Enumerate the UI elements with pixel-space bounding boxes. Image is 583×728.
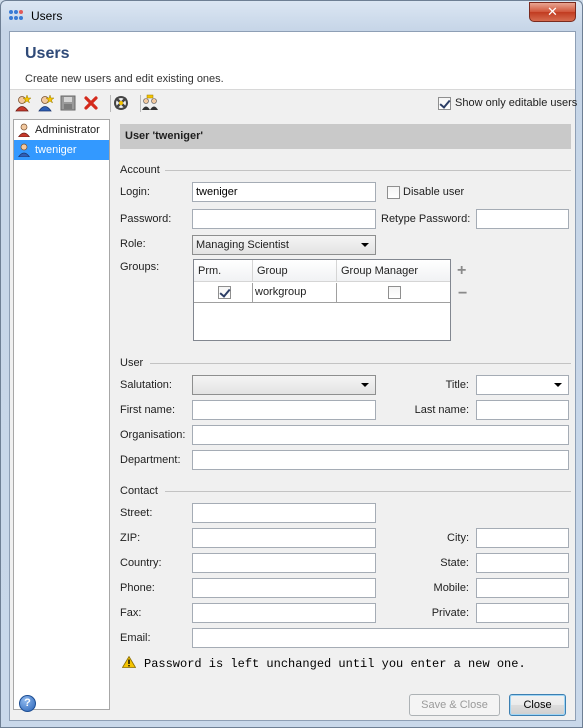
column-header-primary[interactable]: Prm. [194, 260, 253, 282]
delete-wizard-icon[interactable] [112, 94, 130, 112]
role-label: Role: [120, 238, 146, 250]
groups-label: Groups: [120, 261, 160, 273]
email-field[interactable] [192, 628, 569, 648]
user-detail-header: User 'tweniger' [120, 124, 571, 149]
section-divider [165, 491, 571, 492]
last-name-field[interactable] [476, 400, 569, 420]
organisation-field[interactable] [192, 425, 569, 445]
section-divider [165, 170, 571, 171]
phone-field[interactable] [192, 578, 376, 598]
groups-table[interactable]: Prm. Group Group Manager workgroup [193, 259, 451, 341]
last-name-label: Last name: [414, 404, 469, 416]
group-manage-icon[interactable] [141, 94, 159, 112]
remove-group-button[interactable]: − [458, 285, 467, 303]
window-title: Users [31, 9, 63, 23]
chevron-down-icon [361, 243, 369, 247]
groups-table-header: Prm. Group Group Manager [194, 260, 450, 282]
primary-cell[interactable] [194, 283, 253, 303]
disable-user-checkbox[interactable] [387, 186, 400, 199]
table-row[interactable]: workgroup [194, 283, 450, 303]
mobile-label: Mobile: [433, 582, 469, 594]
title-select[interactable] [476, 375, 569, 395]
add-group-button[interactable]: + [457, 262, 466, 280]
login-field[interactable]: tweniger [192, 182, 376, 202]
phone-label: Phone: [120, 582, 155, 594]
role-value: Managing Scientist [196, 239, 289, 251]
save-close-button[interactable]: Save & Close [409, 694, 500, 716]
list-item-tweniger[interactable]: tweniger [14, 140, 109, 160]
user-name: tweniger [35, 144, 77, 156]
country-label: Country: [120, 557, 162, 569]
city-field[interactable] [476, 528, 569, 548]
fax-field[interactable] [192, 603, 376, 623]
role-select[interactable]: Managing Scientist [192, 235, 376, 255]
delete-icon[interactable] [82, 94, 100, 112]
street-field[interactable] [192, 503, 376, 523]
fax-label: Fax: [120, 607, 142, 619]
section-account: Account [120, 164, 160, 176]
add-user-icon[interactable] [14, 94, 32, 112]
salutation-label: Salutation: [120, 379, 172, 391]
user-icon [18, 123, 30, 137]
manager-cell[interactable] [337, 283, 450, 303]
state-field[interactable] [476, 553, 569, 573]
page-title: Users [25, 45, 70, 62]
chevron-down-icon [554, 383, 562, 387]
password-warning-text: Password is left unchanged until you ent… [144, 657, 526, 671]
users-window: Users ✕ Users Create new users and edit … [0, 0, 583, 728]
window-close-button[interactable]: ✕ [529, 2, 576, 22]
state-label: State: [440, 557, 469, 569]
password-label: Password: [120, 213, 172, 225]
close-button[interactable]: Close [509, 694, 566, 716]
login-label: Login: [120, 186, 150, 198]
password-field[interactable] [192, 209, 376, 229]
email-label: Email: [120, 632, 151, 644]
toolbar: Show only editable users [10, 92, 577, 116]
street-label: Street: [120, 507, 153, 519]
salutation-select[interactable] [192, 375, 376, 395]
zip-label: ZIP: [120, 532, 141, 544]
user-icon [18, 143, 30, 157]
retype-password-field[interactable] [476, 209, 569, 229]
show-editable-label[interactable]: Show only editable users [455, 97, 577, 109]
department-field[interactable] [192, 450, 569, 470]
department-label: Department: [120, 454, 181, 466]
first-name-field[interactable] [192, 400, 376, 420]
copy-user-icon[interactable] [37, 94, 55, 112]
section-contact: Contact [120, 485, 158, 497]
dialog-header: Users Create new users and edit existing… [10, 32, 575, 90]
disable-user-label[interactable]: Disable user [403, 186, 464, 198]
title-bar[interactable]: Users ✕ [1, 1, 582, 31]
private-field[interactable] [476, 603, 569, 623]
app-icon [9, 9, 25, 23]
warning-icon [122, 656, 136, 668]
organisation-label: Organisation: [120, 429, 186, 441]
first-name-label: First name: [120, 404, 176, 416]
chevron-down-icon [361, 383, 369, 387]
column-header-group-manager[interactable]: Group Manager [337, 260, 450, 282]
group-manager-checkbox[interactable] [388, 286, 401, 299]
zip-field[interactable] [192, 528, 376, 548]
page-subtitle: Create new users and edit existing ones. [25, 73, 224, 85]
user-list[interactable]: Administrator tweniger [13, 119, 110, 710]
group-cell[interactable]: workgroup [253, 283, 337, 303]
title-label: Title: [445, 379, 469, 391]
section-user: User [120, 357, 144, 369]
toolbar-separator [110, 95, 111, 112]
column-header-group[interactable]: Group [253, 260, 337, 282]
show-editable-checkbox[interactable] [438, 97, 451, 110]
retype-password-label: Retype Password: [381, 213, 471, 225]
list-item-administrator[interactable]: Administrator [14, 120, 109, 140]
city-label: City: [447, 532, 469, 544]
dialog-client: Users Create new users and edit existing… [9, 31, 577, 721]
save-icon[interactable] [59, 94, 77, 112]
mobile-field[interactable] [476, 578, 569, 598]
private-label: Private: [431, 607, 469, 619]
section-divider [150, 363, 571, 364]
user-name: Administrator [35, 124, 100, 136]
country-field[interactable] [192, 553, 376, 573]
help-icon[interactable]: ? [19, 695, 36, 712]
primary-checkbox[interactable] [218, 286, 231, 299]
